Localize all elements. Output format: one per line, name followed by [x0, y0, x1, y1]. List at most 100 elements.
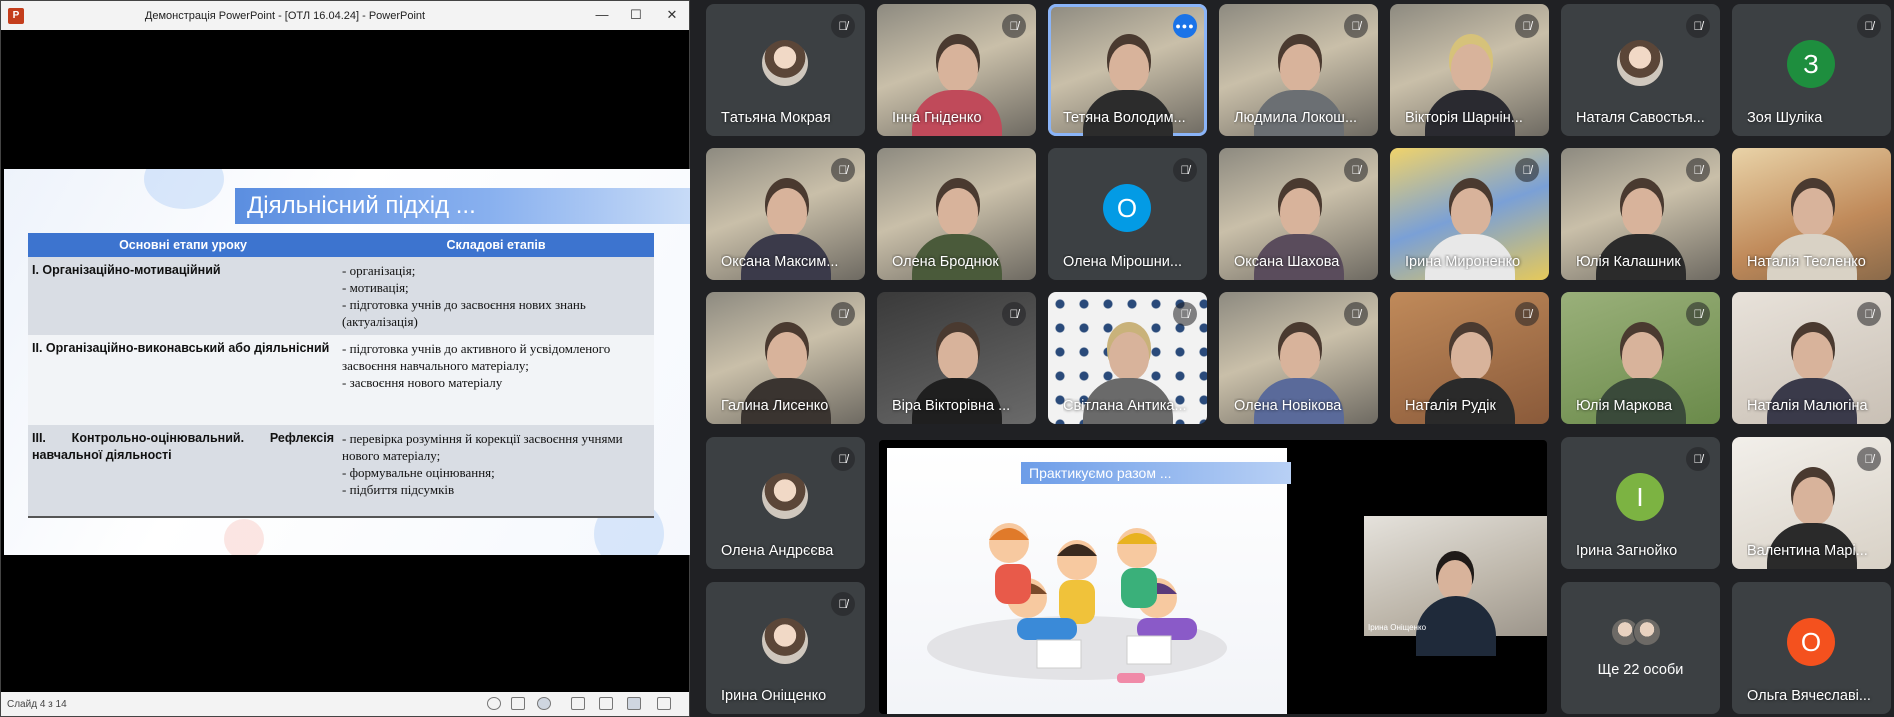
slide-sorter-icon[interactable]	[599, 697, 613, 710]
presentation-share[interactable]: Практикуємо разом ... Ірина Оніщенко	[879, 440, 1547, 714]
participant-tile[interactable]: О 🎙̸ Олена Мірошни...	[1048, 148, 1207, 280]
mic-muted-icon: 🎙̸	[1515, 14, 1539, 38]
part-item: - перевірка розуміння й корекції засвоєн…	[342, 431, 623, 463]
participant-tile[interactable]: 🎙̸ Оксана Шахова	[1219, 148, 1378, 280]
participant-name: Ірина Загнойко	[1576, 543, 1678, 559]
mic-muted-icon: 🎙̸	[1857, 14, 1881, 38]
close-button[interactable]: ✕	[659, 5, 685, 25]
part-item: - підбиття підсумків	[342, 482, 455, 497]
participant-name: Ольга Вячеславі...	[1747, 688, 1871, 704]
participant-tile[interactable]: 🎙̸ Світлана Антика...	[1048, 292, 1207, 424]
avatar: І	[1616, 473, 1664, 521]
mic-muted-icon: 🎙̸	[1686, 14, 1710, 38]
avatar	[1617, 40, 1663, 86]
next-slide-icon[interactable]	[537, 697, 551, 710]
participant-tile[interactable]: 🎙̸ Валентина Марі...	[1732, 437, 1891, 569]
participant-tile[interactable]: 🎙̸ Оксана Максим...	[706, 148, 865, 280]
participant-name: Світлана Антика...	[1063, 398, 1187, 414]
participant-tile[interactable]: 🎙̸ Тaтьяна Мокрая	[706, 4, 865, 136]
participant-tile[interactable]: І 🎙̸ Ірина Загнойко	[1561, 437, 1720, 569]
slide-counter: Слайд 4 з 14	[7, 699, 67, 710]
participant-name: Ірина Мироненко	[1405, 254, 1521, 270]
table-row: І. Організаційно-мотиваційний - організа…	[28, 257, 654, 335]
parts-cell: - перевірка розуміння й корекції засвоєн…	[338, 425, 654, 518]
participant-name: Людмила Локош...	[1234, 110, 1358, 126]
participant-tile[interactable]: 🎙̸ Галина Лисенко	[706, 292, 865, 424]
slideshow-icon[interactable]	[657, 697, 671, 710]
current-slide: Діяльнісний підхід ... Основні етапи уро…	[4, 169, 690, 555]
kids-drawing-illustration	[927, 523, 1227, 683]
participant-tile[interactable]: 🎙̸ Людмила Локош...	[1219, 4, 1378, 136]
participant-tile[interactable]: ●●● Тетяна Володим...	[1048, 4, 1207, 136]
participant-name: Наталія Рудік	[1405, 398, 1496, 414]
participant-name: Тетяна Володим...	[1063, 110, 1186, 126]
participant-tile[interactable]: 🎙̸ Ірина Оніщенко	[706, 582, 865, 714]
maximize-button[interactable]: ☐	[623, 5, 649, 25]
participant-tile[interactable]: 🎙̸ Вікторія Шарнін...	[1390, 4, 1549, 136]
mic-muted-icon: 🎙̸	[1344, 158, 1368, 182]
participant-tile[interactable]: Олена Броднюк	[877, 148, 1036, 280]
window-title: Демонстрація PowerPoint - [ОТЛ 16.04.24]…	[144, 10, 426, 22]
mic-muted-icon: 🎙̸	[1515, 302, 1539, 326]
mic-muted-icon: 🎙̸	[1344, 14, 1368, 38]
mic-muted-icon: 🎙̸	[831, 158, 855, 182]
status-bar: Слайд 4 з 14	[1, 692, 689, 716]
participant-tile[interactable]: 🎙̸ Наталя Савостья...	[1561, 4, 1720, 136]
more-participants-avatars	[1611, 618, 1661, 651]
stage-cell: І. Організаційно-мотиваційний	[28, 257, 338, 335]
shared-slide: Практикуємо разом ...	[887, 448, 1291, 714]
participant-name: Вікторія Шарнін...	[1405, 110, 1523, 126]
mic-muted-icon: 🎙̸	[1857, 302, 1881, 326]
participant-name: Оксана Максим...	[721, 254, 839, 270]
participant-tile[interactable]: 🎙̸ Юлія Калашник	[1561, 148, 1720, 280]
mic-muted-icon: 🎙̸	[831, 592, 855, 616]
part-item: - засвоєння нового матеріалу	[342, 375, 503, 390]
mic-muted-icon: 🎙̸	[1686, 158, 1710, 182]
participant-tile[interactable]: 🎙̸ Віра Вікторівна ...	[877, 292, 1036, 424]
normal-view-icon[interactable]	[571, 697, 585, 710]
parts-cell: - організація; - мотивація; - підготовка…	[338, 257, 654, 335]
mic-muted-icon: 🎙̸	[1857, 447, 1881, 471]
participant-name: Валентина Марі...	[1747, 543, 1868, 559]
participant-name: Олена Броднюк	[892, 254, 999, 270]
participant-name: Оксана Шахова	[1234, 254, 1340, 270]
participant-tile[interactable]: 🎙̸ Наталія Рудік	[1390, 292, 1549, 424]
mic-muted-icon: 🎙̸	[1173, 158, 1197, 182]
participant-name: Інна Гніденко	[892, 110, 982, 126]
avatar	[762, 40, 808, 86]
participant-tile[interactable]: О Ольга Вячеславі...	[1732, 582, 1891, 714]
previous-slide-icon[interactable]	[487, 697, 501, 710]
title-bar: P Демонстрація PowerPoint - [ОТЛ 16.04.2…	[1, 1, 689, 30]
avatar	[762, 618, 808, 664]
decorative-shape	[224, 519, 264, 555]
avatar: О	[1103, 184, 1151, 232]
participant-tile[interactable]: 🎙̸ Наталія Малюгіна	[1732, 292, 1891, 424]
lesson-stages-table: Основні етапи уроку Складові етапів І. О…	[28, 233, 654, 518]
reading-view-icon[interactable]	[627, 697, 641, 710]
participant-tile[interactable]: 🎙̸ Інна Гніденко	[877, 4, 1036, 136]
participant-name: Віра Вікторівна ...	[892, 398, 1011, 414]
participant-name: Олена Мірошни...	[1063, 254, 1182, 270]
speaking-indicator-icon: ●●●	[1173, 14, 1197, 38]
participant-name: Олена Новікова	[1234, 398, 1342, 414]
participant-tile[interactable]: 🎙̸ Олена Андрєєва	[706, 437, 865, 569]
participant-name: Зоя Шуліка	[1747, 110, 1823, 126]
participant-tile[interactable]: 🎙̸ Олена Новікова	[1219, 292, 1378, 424]
mic-muted-icon: 🎙̸	[1686, 447, 1710, 471]
participant-tile[interactable]: 🎙̸ Юлія Маркова	[1561, 292, 1720, 424]
participant-name: Олена Андрєєва	[721, 543, 834, 559]
participant-name: Юлія Калашник	[1576, 254, 1681, 270]
participant-tile[interactable]: Наталія Тесленко	[1732, 148, 1891, 280]
column-header: Складові етапів	[338, 233, 654, 257]
table-row: ІІІ. Контрольно-оцінювальний. Рефлексія …	[28, 425, 654, 518]
mic-muted-icon: 🎙̸	[1002, 14, 1026, 38]
notes-view-icon[interactable]	[511, 697, 525, 710]
participant-tile[interactable]: 🎙̸ Ірина Мироненко	[1390, 148, 1549, 280]
minimize-button[interactable]: —	[589, 5, 615, 25]
more-participants-tile[interactable]: Ще 22 особи	[1561, 582, 1720, 714]
participant-name: Тaтьяна Мокрая	[721, 110, 831, 126]
participant-name: Юлія Маркова	[1576, 398, 1673, 414]
participant-tile[interactable]: З 🎙̸ Зоя Шуліка	[1732, 4, 1891, 136]
mic-muted-icon: 🎙̸	[1173, 302, 1197, 326]
column-header: Основні етапи уроку	[28, 233, 338, 257]
